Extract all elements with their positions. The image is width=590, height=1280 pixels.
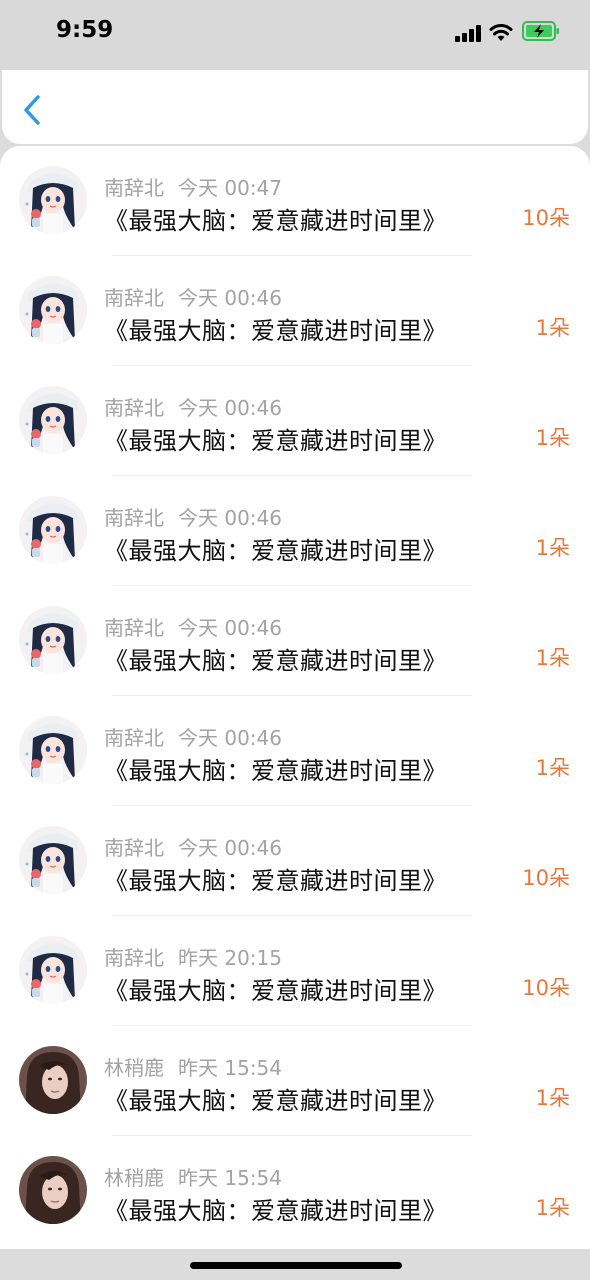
item-meta: 南辞北 今天 00:46 <box>104 722 282 751</box>
work-title: 《最强大脑：爱意藏进时间里》 <box>104 977 447 1005</box>
home-indicator[interactable] <box>190 1262 402 1269</box>
gift-list: 南辞北 今天 00:47 《最强大脑：爱意藏进时间里》 10朵 南辞北 今天 00:46 《… <box>0 146 590 1249</box>
avatar[interactable] <box>19 1046 87 1114</box>
list-item[interactable]: 南辞北 今天 00:46 《最强大脑：爱意藏进时间里》 1朵 <box>0 256 590 366</box>
list-item[interactable]: 林稍鹿 昨天 15:54 《最强大脑：爱意藏进时间里》 1朵 <box>0 1136 590 1246</box>
user-name[interactable]: 南辞北 <box>104 946 164 970</box>
user-name[interactable]: 南辞北 <box>104 616 164 640</box>
item-meta: 南辞北 今天 00:46 <box>104 392 282 421</box>
user-name[interactable]: 南辞北 <box>104 176 164 200</box>
work-title: 《最强大脑：爱意藏进时间里》 <box>104 317 447 345</box>
avatar[interactable] <box>19 826 87 894</box>
user-name[interactable]: 南辞北 <box>104 506 164 530</box>
list-item[interactable]: 南辞北 今天 00:46 《最强大脑：爱意藏进时间里》 1朵 <box>0 586 590 696</box>
item-time: 今天 00:46 <box>178 836 282 860</box>
gift-count: 1朵 <box>535 756 570 780</box>
avatar[interactable] <box>19 716 87 784</box>
work-title: 《最强大脑：爱意藏进时间里》 <box>104 757 447 785</box>
wifi-icon <box>489 24 513 41</box>
avatar[interactable] <box>19 166 87 234</box>
list-item[interactable]: 南辞北 今天 00:47 《最强大脑：爱意藏进时间里》 10朵 <box>0 146 590 256</box>
gift-count: 10朵 <box>522 976 570 1000</box>
list-item[interactable]: 林稍鹿 昨天 15:54 《最强大脑：爱意藏进时间里》 1朵 <box>0 1026 590 1136</box>
list-item[interactable]: 南辞北 今天 00:46 《最强大脑：爱意藏进时间里》 1朵 <box>0 366 590 476</box>
user-name[interactable]: 林稍鹿 <box>104 1166 164 1190</box>
list-item[interactable]: 南辞北 昨天 20:15 《最强大脑：爱意藏进时间里》 10朵 <box>0 916 590 1026</box>
item-time: 今天 00:46 <box>178 616 282 640</box>
item-meta: 南辞北 今天 00:46 <box>104 612 282 641</box>
user-name[interactable]: 南辞北 <box>104 286 164 310</box>
user-name[interactable]: 南辞北 <box>104 836 164 860</box>
item-time: 昨天 15:54 <box>178 1056 282 1080</box>
avatar[interactable] <box>19 386 87 454</box>
item-time: 今天 00:46 <box>178 286 282 310</box>
user-name[interactable]: 南辞北 <box>104 396 164 420</box>
work-title: 《最强大脑：爱意藏进时间里》 <box>104 1197 447 1225</box>
battery-charging-icon <box>522 21 559 41</box>
signal-icon <box>455 24 485 42</box>
user-name[interactable]: 南辞北 <box>104 726 164 750</box>
gift-count: 1朵 <box>535 426 570 450</box>
work-title: 《最强大脑：爱意藏进时间里》 <box>104 427 447 455</box>
gift-count: 1朵 <box>535 1086 570 1110</box>
gift-count: 10朵 <box>522 206 570 230</box>
gift-count: 1朵 <box>535 536 570 560</box>
avatar[interactable] <box>19 606 87 674</box>
item-meta: 林稍鹿 昨天 15:54 <box>104 1162 282 1191</box>
work-title: 《最强大脑：爱意藏进时间里》 <box>104 647 447 675</box>
gift-count: 1朵 <box>535 1196 570 1220</box>
work-title: 《最强大脑：爱意藏进时间里》 <box>104 867 447 895</box>
item-time: 今天 00:46 <box>178 726 282 750</box>
bottom-bar <box>0 1249 590 1280</box>
list-item[interactable]: 南辞北 今天 00:46 《最强大脑：爱意藏进时间里》 1朵 <box>0 696 590 806</box>
item-meta: 林稍鹿 昨天 15:54 <box>104 1052 282 1081</box>
back-arrow-icon[interactable] <box>22 94 44 126</box>
gift-count: 10朵 <box>522 866 570 890</box>
item-time: 今天 00:46 <box>178 396 282 420</box>
item-time: 昨天 20:15 <box>178 946 282 970</box>
user-name[interactable]: 林稍鹿 <box>104 1056 164 1080</box>
list-item[interactable]: 南辞北 今天 00:46 《最强大脑：爱意藏进时间里》 1朵 <box>0 476 590 586</box>
item-time: 昨天 15:54 <box>178 1166 282 1190</box>
avatar[interactable] <box>19 276 87 344</box>
item-meta: 南辞北 昨天 20:15 <box>104 942 282 971</box>
item-meta: 南辞北 今天 00:46 <box>104 832 282 861</box>
avatar[interactable] <box>19 936 87 1004</box>
item-meta: 南辞北 今天 00:46 <box>104 502 282 531</box>
status-time: 9:59 <box>56 17 114 43</box>
item-meta: 南辞北 今天 00:47 <box>104 172 282 201</box>
work-title: 《最强大脑：爱意藏进时间里》 <box>104 537 447 565</box>
work-title: 《最强大脑：爱意藏进时间里》 <box>104 1087 447 1115</box>
item-time: 今天 00:46 <box>178 506 282 530</box>
nav-header <box>2 70 588 144</box>
item-meta: 南辞北 今天 00:46 <box>104 282 282 311</box>
list-item[interactable]: 南辞北 今天 00:46 《最强大脑：爱意藏进时间里》 10朵 <box>0 806 590 916</box>
gift-count: 1朵 <box>535 316 570 340</box>
gift-count: 1朵 <box>535 646 570 670</box>
work-title: 《最强大脑：爱意藏进时间里》 <box>104 207 447 235</box>
item-time: 今天 00:47 <box>178 176 282 200</box>
status-bar: 9:59 <box>0 0 590 70</box>
avatar[interactable] <box>19 496 87 564</box>
avatar[interactable] <box>19 1156 87 1224</box>
